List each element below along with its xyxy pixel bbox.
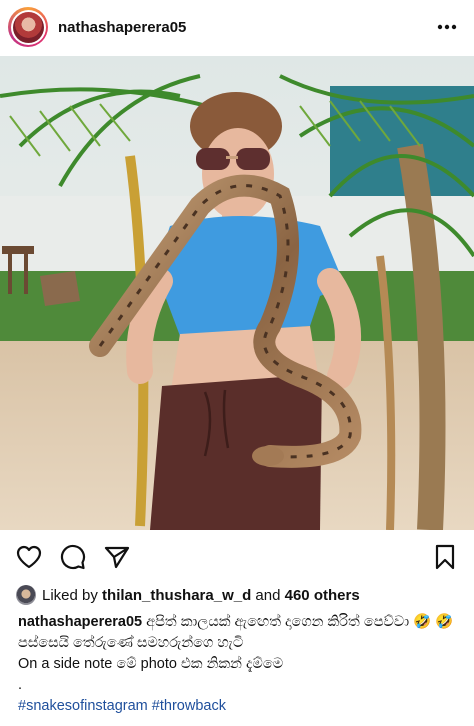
more-options-button[interactable] — [434, 14, 460, 40]
bookmark-icon — [435, 544, 455, 570]
comment-icon — [60, 544, 86, 570]
caption-line-3: On a side note මේ photo එක නිකන් දැම්මෙ — [18, 656, 284, 672]
likes-conj: and — [255, 586, 281, 604]
caption-username[interactable]: nathashaperera05 — [18, 614, 142, 630]
action-bar — [0, 540, 474, 574]
photo-image — [0, 56, 474, 530]
liker-username[interactable]: thilan_thushara_w_d — [102, 587, 251, 604]
caption-line-1: nathashaperera05 අපිත් කාලයක් ඇඟෙත් දාගෙ… — [18, 612, 464, 633]
save-button[interactable] — [430, 542, 460, 572]
likes-prefix: Liked by — [42, 586, 98, 604]
post-photo[interactable] — [0, 56, 474, 530]
avatar-image — [12, 11, 44, 43]
caption-line-2: පස්සෙයි තේරුණේ සමහරුන්ගෙ හැටි — [18, 635, 244, 651]
profile-avatar[interactable] — [8, 7, 48, 47]
avatar-border — [10, 9, 46, 45]
post-caption: nathashaperera05 අපිත් කාලයක් ඇඟෙත් දාගෙ… — [18, 612, 464, 717]
likes-row[interactable]: Liked by thilan_thushara_w_d and 460 oth… — [16, 584, 360, 606]
hashtag-link[interactable]: #throwback — [152, 698, 226, 714]
caption-text-1: අපිත් කාලයක් ඇඟෙත් දාගෙන කිරිත් පෙව්වා 🤣… — [146, 614, 454, 630]
comment-button[interactable] — [58, 542, 88, 572]
likes-others[interactable]: 460 others — [285, 587, 360, 604]
share-icon — [104, 546, 130, 569]
heart-icon — [16, 545, 42, 569]
caption-line-4: . — [18, 677, 23, 693]
share-button[interactable] — [102, 542, 132, 572]
hashtag-link[interactable]: #snakesofinstagram — [18, 698, 148, 714]
caption-hashtags: #snakesofinstagram #throwback — [18, 696, 464, 717]
post-username[interactable]: nathashaperera05 — [58, 19, 434, 36]
like-button[interactable] — [14, 542, 44, 572]
more-options-icon — [437, 24, 457, 30]
post-header: nathashaperera05 — [0, 0, 474, 54]
liker-avatar — [16, 585, 36, 605]
